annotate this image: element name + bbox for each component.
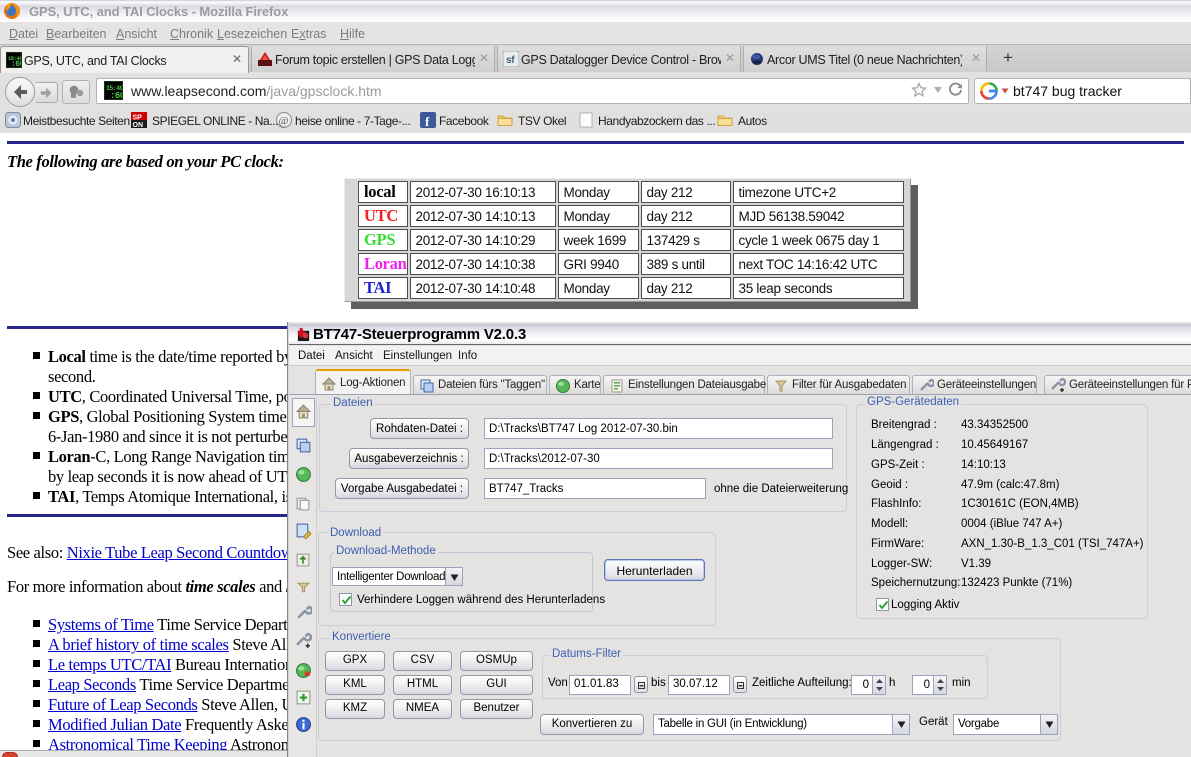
svg-text:ON: ON [133, 122, 144, 128]
svg-text:sf: sf [506, 55, 515, 66]
svg-text:@: @ [279, 115, 289, 127]
svg-text:SP: SP [133, 115, 143, 122]
svg-text:f: f [425, 114, 430, 128]
